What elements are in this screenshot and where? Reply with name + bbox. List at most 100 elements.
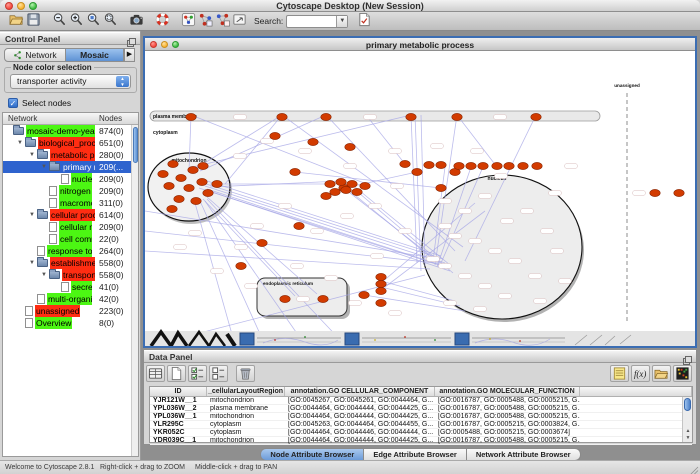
network-node[interactable]: [330, 188, 340, 195]
network-node[interactable]: [466, 162, 476, 169]
network-node[interactable]: [436, 161, 446, 168]
notes-icon[interactable]: [610, 365, 629, 382]
tab-mosaic[interactable]: Mosaic: [66, 48, 124, 62]
network-node[interactable]: [336, 178, 346, 185]
tree-row[interactable]: ▼ nitrogen compo 209(0): [3, 185, 138, 197]
network-node[interactable]: [191, 197, 201, 204]
zoom-selected-icon[interactable]: [85, 11, 102, 28]
network-node[interactable]: [376, 299, 386, 306]
network-node[interactable]: [198, 162, 208, 169]
column-list-icon[interactable]: [146, 365, 165, 382]
network-node[interactable]: [412, 168, 422, 175]
disclosure-triangle-icon[interactable]: ▼: [27, 149, 37, 161]
help-icon[interactable]: [154, 11, 171, 28]
network-node[interactable]: [184, 184, 194, 191]
zoom-out-icon[interactable]: [51, 11, 68, 28]
network-node[interactable]: [376, 273, 386, 280]
tree-row[interactable]: ▼ secretion 41(0): [3, 281, 138, 293]
network-node[interactable]: [236, 262, 246, 269]
network-node[interactable]: [452, 113, 462, 120]
tree-row[interactable]: ▼ transport 558(0): [3, 269, 138, 281]
network-node[interactable]: [400, 160, 410, 167]
tree-row[interactable]: ▼ macromolecule 311(0): [3, 197, 138, 209]
network-node[interactable]: [257, 239, 267, 246]
network-node[interactable]: [270, 132, 280, 139]
tree-row[interactable]: ▼ cellular process 614(0): [3, 209, 138, 221]
network-window-titlebar[interactable]: primary metabolic process: [145, 38, 695, 51]
network-node[interactable]: [436, 184, 446, 191]
select-attributes-icon[interactable]: [188, 365, 207, 382]
chevron-down-icon[interactable]: ▼: [336, 16, 347, 27]
network-node[interactable]: [167, 205, 177, 212]
unselect-attributes-icon[interactable]: [209, 365, 228, 382]
network-node[interactable]: [650, 189, 660, 196]
network-node[interactable]: [341, 186, 351, 193]
tab-network[interactable]: Network: [4, 48, 66, 62]
scrollbar-thumb[interactable]: [684, 398, 691, 411]
attribute-table[interactable]: ID_cellularLayoutRegionannotation.GO CEL…: [149, 386, 693, 443]
scrollbar-arrows[interactable]: ▲▼: [683, 428, 693, 442]
vizmapper-icon[interactable]: [197, 11, 214, 28]
network-node[interactable]: [674, 189, 684, 196]
tab-overflow-button[interactable]: ▶: [124, 48, 135, 62]
network-window[interactable]: primary metabolic process plasma membran…: [143, 36, 697, 348]
network-node[interactable]: [376, 280, 386, 287]
network-node[interactable]: [359, 291, 369, 298]
network-node[interactable]: [321, 113, 331, 120]
network-node[interactable]: [492, 162, 502, 169]
import-table-icon[interactable]: [652, 365, 671, 382]
column-header[interactable]: _cellularLayoutRegion: [207, 387, 285, 396]
disclosure-triangle-icon[interactable]: ▼: [39, 269, 49, 281]
network-node[interactable]: [360, 182, 370, 189]
tree-row[interactable]: ▼ multi-organism pro 42(0): [3, 293, 138, 305]
report-icon[interactable]: [356, 11, 373, 28]
function-builder-icon[interactable]: f(x): [631, 365, 650, 382]
tree-row[interactable]: ▼ metabolic process 280(0): [3, 149, 138, 161]
network-node[interactable]: [186, 113, 196, 120]
network-node[interactable]: [176, 174, 186, 181]
column-header[interactable]: annotation.GO MOLECULAR_FUNCTION: [435, 387, 580, 396]
delete-attribute-icon[interactable]: [236, 365, 255, 382]
network-node[interactable]: [352, 188, 362, 195]
save-icon[interactable]: [25, 11, 42, 28]
network-node[interactable]: [158, 170, 168, 177]
select-nodes-checkbox[interactable]: ✓: [8, 98, 18, 108]
data-table-header[interactable]: ID_cellularLayoutRegionannotation.GO CEL…: [150, 387, 692, 397]
network-node[interactable]: [504, 162, 514, 169]
column-header[interactable]: annotation.GO CELLULAR_COMPONENT: [285, 387, 435, 396]
tree-scrollbar[interactable]: [131, 125, 138, 456]
table-row[interactable]: YLR295C cytoplasm [GO:0045263, GO:004446…: [150, 421, 692, 429]
network-node[interactable]: [424, 161, 434, 168]
network-node[interactable]: [345, 143, 355, 150]
float-panel-icon[interactable]: [127, 34, 136, 43]
zoom-fit-icon[interactable]: [102, 11, 119, 28]
disclosure-triangle-icon[interactable]: ▼: [27, 209, 37, 221]
tree-row[interactable]: ▼ response to stimulu 264(0): [3, 245, 138, 257]
network-node[interactable]: [277, 113, 287, 120]
table-scrollbar[interactable]: ▲▼: [682, 397, 692, 442]
tree-row[interactable]: ▼ cell communicat 22(0): [3, 233, 138, 245]
network-node[interactable]: [203, 189, 213, 196]
disclosure-triangle-icon[interactable]: ▼: [27, 257, 37, 269]
resize-grip[interactable]: [689, 463, 699, 473]
annotation-icon[interactable]: [231, 11, 248, 28]
network-node[interactable]: [290, 168, 300, 175]
table-row[interactable]: YPL036W__1 mitochondrion [GO:0044464, GO…: [150, 413, 692, 421]
tree-row[interactable]: ▼ Overview 8(0): [3, 317, 138, 329]
new-attribute-icon[interactable]: [167, 365, 186, 382]
network-node[interactable]: [197, 178, 207, 185]
tree-row[interactable]: ▼ nucleobase- 209(0): [3, 173, 138, 185]
snapshot-icon[interactable]: [128, 11, 145, 28]
table-row[interactable]: YKR052C cytoplasm [GO:0044464, GO:004444…: [150, 429, 692, 437]
column-header[interactable]: ID: [150, 387, 207, 396]
network-node[interactable]: [308, 138, 318, 145]
network-node[interactable]: [518, 162, 528, 169]
network-node[interactable]: [164, 182, 174, 189]
network-node[interactable]: [294, 222, 304, 229]
network-node[interactable]: [188, 166, 198, 173]
tree-row[interactable]: ▼ unassigned 223(0): [3, 305, 138, 317]
table-row[interactable]: YDR039C__1 mitochondrion [GO:0044464, GO…: [150, 437, 692, 445]
tree-row[interactable]: ▼ cellular metabo 209(0): [3, 221, 138, 233]
disclosure-triangle-icon[interactable]: ▼: [15, 137, 25, 149]
filter-icon[interactable]: [214, 11, 231, 28]
